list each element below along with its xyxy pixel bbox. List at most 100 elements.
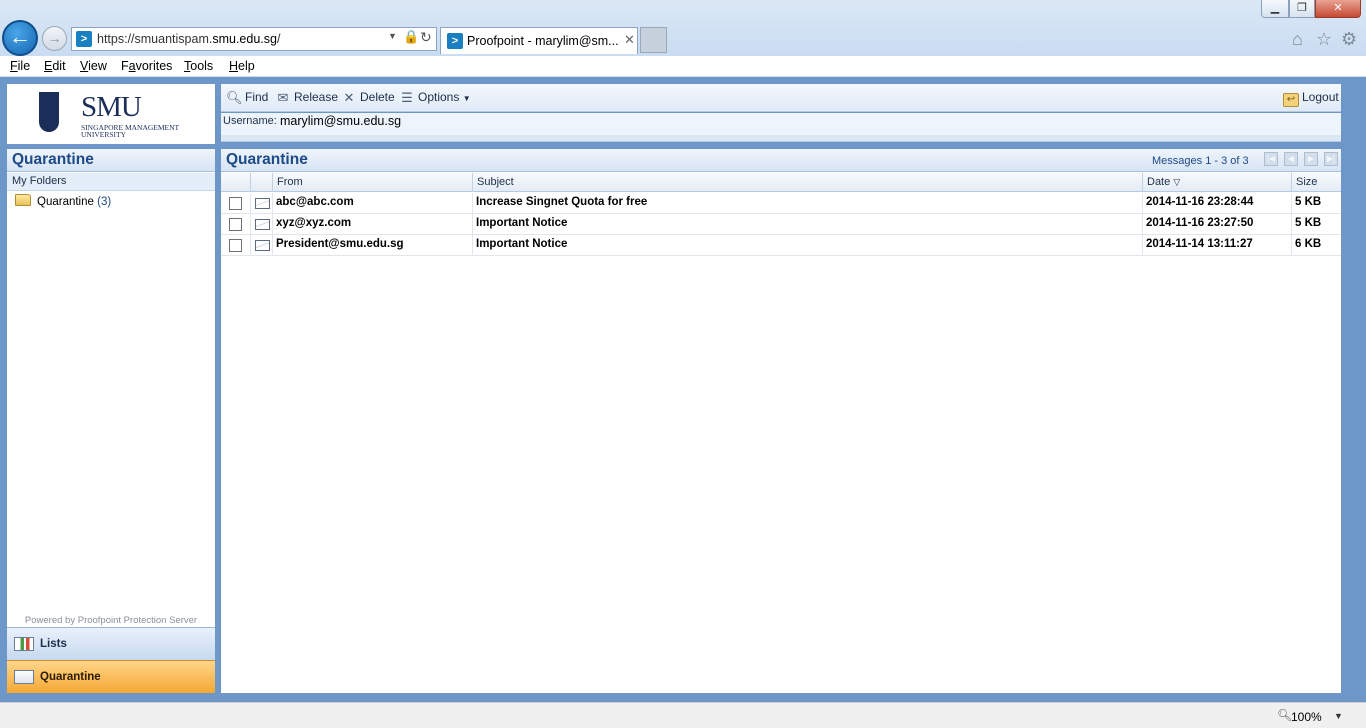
quarantine-icon — [14, 670, 34, 684]
logo-name: SMU — [81, 91, 142, 123]
sort-desc-icon: ▽ — [1173, 177, 1181, 187]
options-dropdown-icon: ▼ — [462, 94, 471, 103]
row-subject: Important Notice — [472, 235, 1142, 256]
lists-icon — [14, 637, 34, 651]
folder-name: Quarantine — [37, 196, 94, 208]
row-checkbox[interactable] — [229, 239, 242, 252]
from-column-header[interactable]: From — [272, 173, 472, 192]
lock-icon[interactable]: 🔒 — [403, 29, 419, 45]
back-icon[interactable]: ← — [2, 20, 38, 56]
user-info-bar: Username: marylim@smu.edu.sg — [221, 113, 1341, 135]
table-header: From Subject Date ▽ Size — [221, 173, 1341, 192]
url-text[interactable]: https://smuantispam.smu.edu.sg/ — [97, 32, 280, 46]
menu-bar: File Edit View Favorites Tools Help — [0, 56, 1366, 77]
menu-favorites[interactable]: Favorites — [121, 59, 172, 73]
row-checkbox[interactable] — [229, 197, 242, 210]
messages-count: Messages 1 - 3 of 3 — [1152, 155, 1249, 167]
delete-button[interactable]: ✕ Delete — [341, 90, 395, 105]
status-bar: 🔍︎ 100% ▼ — [0, 702, 1366, 728]
nav-lists[interactable]: Lists — [7, 627, 215, 660]
minimize-button[interactable]: ▁ — [1261, 0, 1289, 18]
next-page-icon[interactable]: ▶ — [1304, 152, 1318, 166]
tab-close-icon[interactable]: ✕ — [624, 32, 635, 48]
star-icon[interactable]: ☆ — [1316, 29, 1332, 50]
select-column-header[interactable] — [221, 173, 250, 192]
logout-button[interactable]: ↩ Logout — [1283, 90, 1339, 107]
tab-title: Proofpoint - marylim@sm... — [467, 34, 619, 48]
folder-pane-title: Quarantine — [7, 149, 215, 172]
address-dropdown-icon[interactable]: ▼ — [388, 31, 397, 41]
forward-icon[interactable]: → — [42, 26, 67, 51]
gear-icon[interactable]: ⚙ — [1341, 29, 1357, 50]
date-header-label: Date — [1147, 176, 1171, 188]
type-column-header[interactable] — [250, 173, 272, 192]
message-pane-header: Quarantine Messages 1 - 3 of 3 |◀ ◀ ▶ ▶| — [221, 149, 1341, 172]
menu-view-key: V — [80, 59, 89, 73]
release-label: Release — [294, 90, 339, 104]
table-row[interactable]: President@smu.edu.sg Important Notice 20… — [221, 235, 1341, 256]
home-icon[interactable]: ⌂ — [1292, 29, 1303, 50]
action-toolbar: 🔍︎ Find ✉ Release ✕ Delete ☰ Options ▼ ↩ Logo… — [221, 84, 1341, 112]
smu-logo: SMU SINGAPORE MANAGEMENT UNIVERSITY — [7, 84, 215, 144]
row-size: 5 KB — [1291, 214, 1341, 235]
row-date: 2014-11-16 23:28:44 — [1142, 193, 1291, 214]
date-column-header[interactable]: Date ▽ — [1142, 173, 1291, 192]
refresh-icon[interactable]: ↻ — [420, 29, 432, 46]
row-size: 6 KB — [1291, 235, 1341, 256]
table-row[interactable]: abc@abc.com Increase Singnet Quota for f… — [221, 193, 1341, 214]
menu-file[interactable]: File — [10, 59, 30, 73]
menu-file-rest: ile — [17, 59, 31, 73]
delete-label: Delete — [360, 90, 395, 104]
maximize-button[interactable]: ❐ — [1289, 0, 1315, 18]
options-button[interactable]: ☰ Options ▼ — [399, 90, 471, 105]
prev-page-icon[interactable]: ◀ — [1284, 152, 1298, 166]
last-page-icon[interactable]: ▶| — [1324, 152, 1338, 166]
table-row[interactable]: xyz@xyz.com Important Notice 2014-11-16 … — [221, 214, 1341, 235]
menu-edit-rest: dit — [52, 59, 66, 73]
zoom-icon[interactable]: 🔍︎ — [1277, 708, 1292, 722]
row-from: abc@abc.com — [272, 193, 472, 214]
folder-pane: Quarantine My Folders Quarantine (3) Pow… — [7, 149, 215, 693]
row-from: President@smu.edu.sg — [272, 235, 472, 256]
menu-tools[interactable]: Tools — [184, 59, 213, 73]
row-size: 5 KB — [1291, 193, 1341, 214]
browser-chrome: ▁ ❐ ✕ ← → > https://smuantispam.smu.edu.… — [0, 0, 1366, 56]
row-type-cell — [250, 214, 272, 235]
browser-tab-active[interactable]: > Proofpoint - marylim@sm... ✕ — [440, 27, 638, 54]
magnifier-icon: 🔍︎ — [226, 90, 243, 105]
nav-quarantine[interactable]: Quarantine — [7, 660, 215, 693]
close-window-button[interactable]: ✕ — [1315, 0, 1361, 18]
new-tab-button[interactable] — [640, 27, 667, 53]
address-bar[interactable]: > https://smuantispam.smu.edu.sg/ ▼ 🔒 ↻ — [71, 27, 437, 51]
row-type-cell — [250, 235, 272, 256]
logout-icon: ↩ — [1283, 93, 1299, 107]
zoom-level[interactable]: 100% — [1291, 710, 1322, 724]
find-button[interactable]: 🔍︎ Find — [226, 90, 268, 105]
url-suffix: / — [276, 32, 281, 46]
username-value: marylim@smu.edu.sg — [280, 114, 402, 128]
size-column-header[interactable]: Size — [1291, 173, 1341, 192]
message-pane-title: Quarantine — [226, 151, 308, 168]
row-select-cell — [221, 235, 250, 256]
row-date: 2014-11-16 23:27:50 — [1142, 214, 1291, 235]
url-prefix: https://smuantispam. — [97, 32, 213, 46]
first-page-icon[interactable]: |◀ — [1264, 152, 1278, 166]
menu-favorites-first: F — [121, 59, 129, 73]
row-date: 2014-11-14 13:11:27 — [1142, 235, 1291, 256]
envelope-icon — [255, 240, 270, 251]
row-checkbox[interactable] — [229, 218, 242, 231]
folder-item-quarantine[interactable]: Quarantine (3) — [15, 194, 111, 208]
message-pane: Quarantine Messages 1 - 3 of 3 |◀ ◀ ▶ ▶|… — [221, 149, 1341, 693]
menu-tools-rest: ools — [190, 59, 214, 73]
site-favicon-icon: > — [76, 31, 92, 47]
subject-column-header[interactable]: Subject — [472, 173, 1142, 192]
zoom-dropdown-icon[interactable]: ▼ — [1334, 711, 1343, 721]
folder-count: (3) — [97, 196, 112, 208]
row-subject: Important Notice — [472, 214, 1142, 235]
menu-edit[interactable]: Edit — [44, 59, 66, 73]
menu-help[interactable]: Help — [229, 59, 255, 73]
menu-view[interactable]: View — [80, 59, 107, 73]
menu-view-rest: iew — [88, 59, 107, 73]
my-folders-header: My Folders — [7, 173, 215, 191]
release-button[interactable]: ✉ Release — [275, 90, 339, 105]
